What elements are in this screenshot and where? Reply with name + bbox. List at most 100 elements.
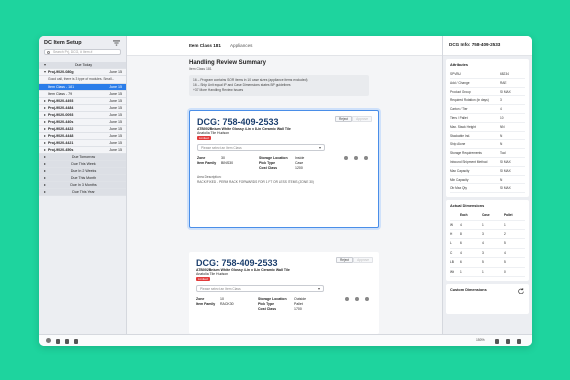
project-row[interactable]: Proj-9020-080g June 15: [39, 69, 126, 76]
comment-icon[interactable]: [365, 297, 369, 301]
item-class-row-selected[interactable]: Item Class - 181 June 15: [39, 84, 126, 91]
project-row[interactable]: Proj-9020-450s June 15: [39, 147, 126, 154]
dimension-cell: 4: [460, 250, 462, 255]
attribute-label: Inbound Shipment Method: [450, 159, 488, 164]
dimension-cell: Wt: [450, 269, 454, 274]
dimension-row: LB 6 5 5: [450, 258, 525, 268]
project-row[interactable]: Proj-9020-0093 June 15: [39, 112, 126, 119]
app-window: DC Item Setup Search Prj, DCG, # Item # …: [39, 36, 532, 346]
group-due-today[interactable]: Due Today: [39, 62, 126, 69]
attribute-label: Product Group: [450, 89, 471, 94]
dimension-cell: Pallet: [504, 213, 513, 218]
zoom-level[interactable]: 150%: [476, 338, 485, 343]
chevron-down-icon: [318, 288, 320, 291]
settings-icon[interactable]: [56, 338, 60, 344]
project-row[interactable]: Proj-9020-440s June 15: [39, 119, 126, 126]
expand-icon[interactable]: [517, 338, 521, 344]
status-badge: Limited: [197, 136, 211, 141]
group-due-this-week[interactable]: Due This Week: [39, 161, 126, 168]
attribute-label: Min Capacity: [450, 177, 469, 182]
expand-icon: [44, 114, 46, 117]
search-placeholder: Search Prj, DCG, # Item #: [53, 50, 93, 54]
reject-button[interactable]: Reject: [335, 257, 353, 263]
group-due-tomorrow[interactable]: Due Tomorrow: [39, 154, 126, 161]
project-row[interactable]: Proj-9020-4448 June 15: [39, 133, 126, 140]
attribute-row: Storage Requirements Tool: [450, 149, 525, 158]
approve-button[interactable]: Approve: [353, 257, 373, 263]
select-placeholder: Please select an Item Class: [201, 146, 242, 151]
attribute-row: Max. Stack Height NN: [450, 123, 525, 132]
attribute-value: Tool: [500, 151, 506, 156]
main-content: Item Class 181 Appliances Handling Revie…: [127, 36, 442, 334]
avatar[interactable]: [46, 338, 51, 343]
expand-icon: [44, 107, 46, 110]
item-class-select[interactable]: Please select an Item Class: [196, 285, 324, 293]
project-row[interactable]: Proj-9020-4493 June 15: [39, 98, 126, 105]
summary-box: 16 – Program contains SOR items in 10 ca…: [189, 75, 369, 96]
project-row[interactable]: Proj-9020-4484 June 15: [39, 105, 126, 112]
attribute-value: SI MAX: [500, 89, 511, 94]
attribute-label: Tiers / Pallet: [450, 115, 468, 120]
dimension-cell: L: [450, 241, 452, 246]
attribute-label: Max. Stack Height: [450, 124, 476, 129]
dimension-cell: 5: [504, 241, 506, 246]
attach-icon[interactable]: [345, 297, 349, 301]
group-due-this-year[interactable]: Due This Year: [39, 189, 126, 196]
reject-button[interactable]: Reject: [334, 116, 352, 122]
dimension-cell: 0: [504, 269, 506, 274]
attribute-label: Storage Requirements: [450, 151, 482, 156]
approve-button[interactable]: Approve: [352, 116, 372, 122]
attribute-value: SI MAX: [500, 186, 511, 191]
attribute-label: Max Capacity: [450, 168, 470, 173]
sidebar-header: DC Item Setup Search Prj, DCG, # Item #: [39, 36, 126, 62]
item-class-row[interactable]: Item Class - 79 June 15: [39, 91, 126, 98]
attribute-row: Carton / Tier 4: [450, 105, 525, 114]
tab-item-class[interactable]: Item Class 181: [189, 43, 221, 48]
attach-icon[interactable]: [344, 156, 348, 160]
expand-icon: [44, 128, 46, 131]
dimension-cell: 4: [460, 222, 462, 227]
summary-more-link[interactable]: +37 More Handling Review Issues: [193, 88, 365, 93]
expand-icon: [44, 142, 46, 145]
expand-icon: [44, 170, 46, 172]
search-input[interactable]: Search Prj, DCG, # Item #: [44, 49, 121, 55]
refresh-icon[interactable]: [518, 288, 524, 294]
attribute-row: SPVBU 68234: [450, 70, 525, 79]
attribute-label: SPVBU: [450, 72, 461, 76]
attribute-value: 3: [500, 98, 502, 103]
attribute-label: Required Rotation (in days): [450, 98, 489, 103]
layout-icon[interactable]: [495, 338, 499, 344]
expand-icon: [44, 156, 46, 158]
notification-icon[interactable]: [506, 338, 510, 344]
summary-subtitle: Item Class 181: [189, 67, 212, 71]
help-icon[interactable]: [65, 338, 69, 344]
tab-appliances[interactable]: Appliances: [230, 43, 252, 48]
comment-icon[interactable]: [364, 156, 368, 160]
vendor-name: Anatolia Tile Hudson: [196, 272, 229, 276]
group-due-this-month[interactable]: Due This Month: [39, 175, 126, 182]
dimension-cell: C: [450, 250, 453, 255]
attribute-label: Stackable Ind.: [450, 133, 471, 138]
filter-icon[interactable]: [113, 40, 120, 46]
area-description: Area Description: RACK/FIXED - PERM RACK…: [197, 175, 314, 184]
info-icon[interactable]: [355, 297, 359, 301]
item-class-select[interactable]: Please select an Item Class: [197, 144, 325, 152]
code-icon[interactable]: [74, 338, 78, 344]
expand-icon: [44, 100, 46, 103]
dimension-cell: 5: [482, 260, 484, 265]
dimension-cell: 1: [482, 222, 484, 227]
group-due-2-weeks[interactable]: Due In 2 Weeks: [39, 168, 126, 175]
dimension-cell: LB: [450, 260, 454, 265]
group-due-3-months[interactable]: Due In 3 Months: [39, 182, 126, 189]
info-icon[interactable]: [354, 156, 358, 160]
dimensions-title: Actual Dimensions: [450, 204, 485, 209]
dimension-cell: 1: [504, 222, 506, 227]
attribute-row: Add / Change RAE: [450, 79, 525, 88]
tab-bar: Item Class 181 Appliances: [127, 36, 442, 56]
project-row[interactable]: Proj-9020-4422 June 15: [39, 126, 126, 133]
attribute-value: N: [500, 142, 503, 147]
project-row[interactable]: Proj-9020-4421 June 15: [39, 140, 126, 147]
attributes-title: Attributes: [450, 63, 468, 67]
dimension-row: H 8 3 2: [450, 230, 525, 240]
select-placeholder: Please select an Item Class: [200, 287, 241, 292]
